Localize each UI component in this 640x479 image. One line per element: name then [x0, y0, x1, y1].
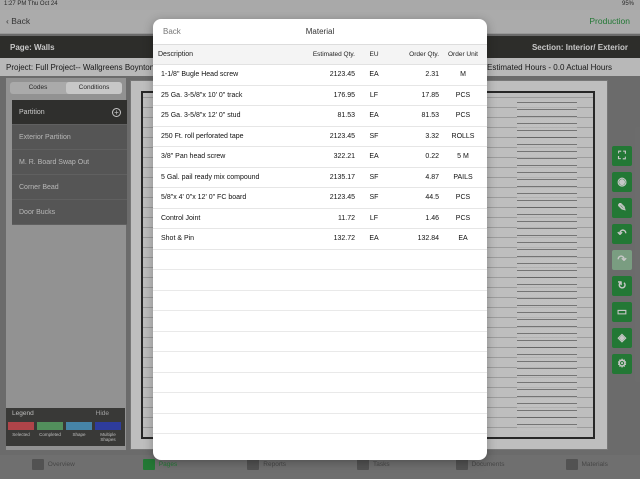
modal-header: Back Material	[153, 19, 487, 45]
empty-row	[153, 270, 487, 291]
cell-estimated-qty: 81.53	[337, 112, 355, 120]
empty-row	[153, 291, 487, 311]
cell-description: 25 Ga. 3-5/8"x 10' 0" track	[161, 91, 243, 99]
cell-order-unit: 5 M	[457, 153, 469, 161]
column-estimated-qty: Estimated Qty.	[312, 51, 355, 58]
cell-order-unit: EA	[458, 235, 468, 243]
cell-eu: SF	[369, 173, 379, 181]
cell-description: Control Joint	[161, 214, 201, 222]
material-table-body: 1-1/8" Bugle Head screw 2123.45 EA 2.31 M 25 …	[153, 65, 487, 434]
cell-description: 25 Ga. 3-5/8"x 12' 0" stud	[161, 112, 241, 120]
table-row[interactable]: Shot & Pin 132.72 EA 132.84 EA	[153, 229, 487, 250]
cell-estimated-qty: 11.72	[338, 214, 355, 222]
column-eu: EU	[369, 51, 379, 58]
empty-row	[153, 393, 487, 414]
empty-row	[153, 352, 487, 373]
cell-order-unit: PCS	[455, 112, 471, 120]
empty-row	[153, 250, 487, 270]
cell-description: 1-1/8" Bugle Head screw	[161, 71, 239, 79]
cell-description: 3/8" Pan head screw	[161, 153, 226, 161]
cell-order-unit: M	[460, 71, 466, 79]
cell-estimated-qty: 2135.17	[329, 173, 355, 181]
cell-estimated-qty: 132.72	[333, 235, 355, 243]
cell-eu: SF	[369, 194, 379, 202]
cell-estimated-qty: 176.95	[333, 91, 355, 99]
table-row[interactable]: 3/8" Pan head screw 322.21 EA 0.22 5 M	[153, 147, 487, 168]
cell-eu: EA	[369, 71, 379, 79]
modal-title: Material	[305, 27, 335, 36]
table-row[interactable]: 25 Ga. 3-5/8"x 12' 0" stud 81.53 EA 81.53 PC…	[153, 106, 487, 127]
cell-description: 250 Ft. roll perforated tape	[161, 132, 244, 140]
column-description: Description	[158, 51, 194, 58]
cell-eu: LF	[369, 91, 379, 99]
cell-order-qty: 17.85	[421, 91, 439, 99]
table-row[interactable]: 1-1/8" Bugle Head screw 2123.45 EA 2.31 M	[153, 65, 487, 86]
cell-order-unit: PCS	[455, 214, 471, 222]
cell-estimated-qty: 322.21	[333, 153, 355, 161]
cell-order-qty: 4.87	[425, 173, 439, 181]
cell-eu: SF	[369, 132, 379, 140]
cell-order-qty: 81.53	[421, 112, 439, 120]
cell-order-unit: PCS	[455, 91, 471, 99]
cell-order-qty: 1.46	[425, 214, 439, 222]
empty-row	[153, 414, 487, 434]
table-row[interactable]: 250 Ft. roll perforated tape 2123.45 SF 3.3…	[153, 127, 487, 147]
cell-eu: EA	[369, 235, 379, 243]
table-row[interactable]: 5/8"x 4' 0"x 12' 0" FC board 2123.45 SF 44.…	[153, 188, 487, 209]
cell-estimated-qty: 2123.45	[329, 132, 355, 140]
cell-estimated-qty: 2123.45	[329, 71, 355, 79]
empty-row	[153, 332, 487, 352]
empty-row	[153, 311, 487, 332]
cell-description: 5 Gal. pail ready mix compound	[161, 173, 260, 181]
cell-eu: EA	[369, 153, 379, 161]
table-header: Description Estimated Qty. EU Order Qty.…	[153, 45, 487, 65]
table-row[interactable]: 5 Gal. pail ready mix compound 2135.17 SF 4…	[153, 168, 487, 188]
cell-order-unit: PCS	[455, 194, 471, 202]
cell-order-qty: 3.32	[425, 132, 439, 140]
material-modal: Back Material Description Estimated Qty.…	[153, 19, 487, 460]
cell-order-qty: 132.84	[417, 235, 439, 243]
cell-estimated-qty: 2123.45	[329, 194, 355, 202]
cell-order-qty: 2.31	[425, 71, 439, 79]
column-order-unit: Order Unit	[448, 51, 478, 58]
cell-eu: LF	[369, 214, 379, 222]
table-row[interactable]: Control Joint 11.72 LF 1.46 PCS	[153, 209, 487, 229]
cell-order-qty: 44.5	[425, 194, 439, 202]
table-row[interactable]: 25 Ga. 3-5/8"x 10' 0" track 176.95 LF 17.85…	[153, 86, 487, 106]
cell-eu: EA	[369, 112, 379, 120]
cell-order-qty: 0.22	[425, 153, 439, 161]
cell-order-unit: ROLLS	[451, 132, 475, 140]
empty-row	[153, 373, 487, 393]
cell-order-unit: PAILS	[453, 173, 473, 181]
cell-description: 5/8"x 4' 0"x 12' 0" FC board	[161, 194, 247, 202]
cell-description: Shot & Pin	[161, 235, 195, 243]
column-order-qty: Order Qty.	[409, 51, 439, 58]
